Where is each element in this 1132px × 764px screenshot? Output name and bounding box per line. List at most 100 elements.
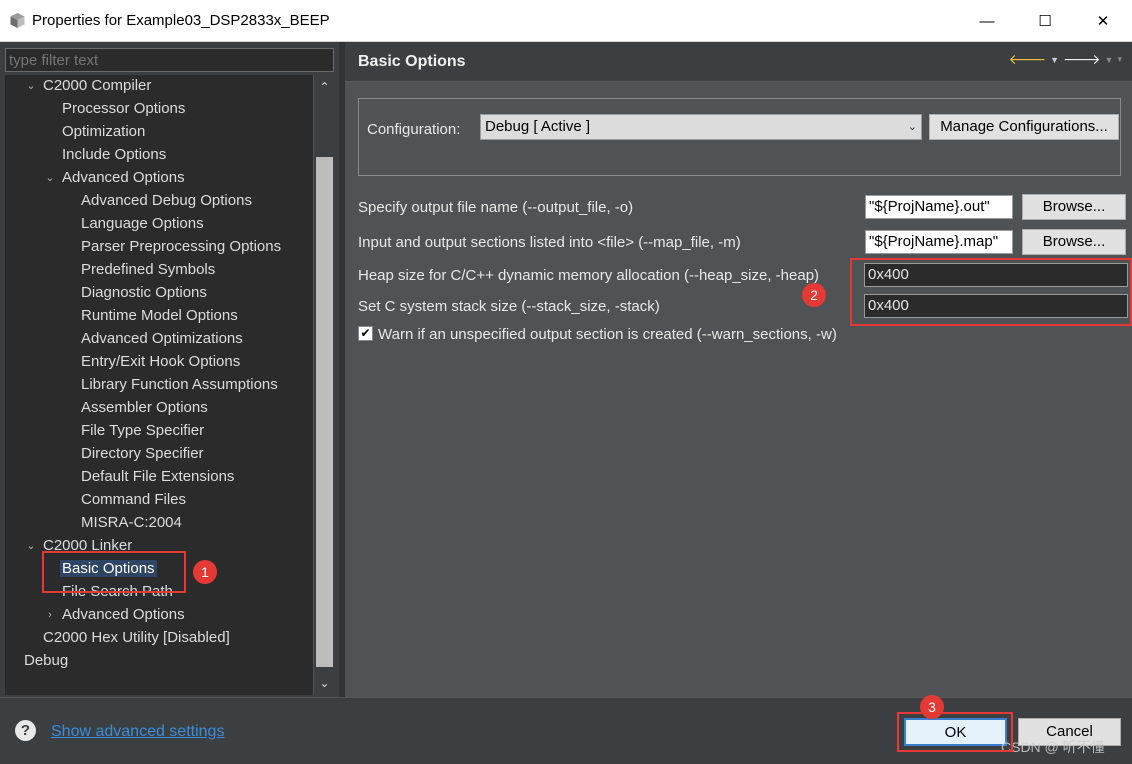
tree-item-label: Library Function Assumptions (81, 376, 278, 393)
show-advanced-settings-link[interactable]: Show advanced settings (51, 723, 224, 741)
warn-sections-label: Warn if an unspecified output section is… (378, 326, 837, 343)
maximize-button[interactable]: ☐ (1022, 0, 1068, 42)
help-icon[interactable]: ? (15, 720, 36, 741)
tree-item[interactable]: Optimization (62, 121, 145, 143)
scroll-thumb[interactable] (316, 157, 333, 667)
tree-item[interactable]: Include Options (62, 144, 166, 166)
maximize-icon: ☐ (1038, 13, 1052, 30)
output-file-label: Specify output file name (--output_file,… (358, 199, 634, 216)
tree-item-label: C2000 Compiler (43, 77, 152, 94)
forward-menu-icon[interactable]: ▼ (1105, 55, 1114, 65)
filter-input[interactable] (5, 48, 334, 72)
collapsed-chevron-icon[interactable]: › (44, 604, 56, 626)
tree-item[interactable]: Diagnostic Options (81, 282, 207, 304)
tree-item-label: Diagnostic Options (81, 284, 207, 301)
expand-chevron-icon[interactable]: ⌄ (44, 167, 56, 189)
tree-item-label: Command Files (81, 491, 187, 508)
tree-item[interactable]: Assembler Options (81, 397, 208, 419)
configuration-select[interactable]: Debug [ Active ] ⌄ (480, 114, 922, 140)
tree-item-label: Advanced Debug Options (81, 192, 252, 209)
tree-item[interactable]: Command Files (81, 489, 186, 511)
tree-item-label: Advanced Optimizations (81, 330, 243, 347)
tree-item-label: Predefined Symbols (81, 261, 216, 278)
tree-item-label: Include Options (62, 146, 167, 163)
minimize-button[interactable]: — (964, 0, 1010, 42)
output-file-browse-button[interactable]: Browse... (1022, 194, 1126, 220)
tree-item[interactable]: Language Options (81, 213, 204, 235)
tree-item-label: Advanced Options (62, 169, 185, 186)
configuration-label: Configuration: (367, 121, 461, 138)
tree-item-label: File Type Specifier (81, 422, 205, 439)
tree-item-label: Entry/Exit Hook Options (81, 353, 241, 370)
annotation-box-ok (897, 712, 1013, 752)
expand-chevron-icon[interactable]: ⌄ (25, 535, 37, 557)
tree-item[interactable]: Advanced Debug Options (81, 190, 252, 212)
tree-item[interactable]: Library Function Assumptions (81, 374, 278, 396)
options-panel: Basic Options 🡐 ▼ 🡒 ▼ ▾ Configuration: D… (345, 42, 1132, 697)
tree-item[interactable]: Entry/Exit Hook Options (81, 351, 240, 373)
configuration-value: Debug [ Active ] (485, 118, 591, 135)
warn-sections-checkbox[interactable]: ✔ (358, 326, 373, 341)
tree-item-label: C2000 Hex Utility [Disabled] (43, 629, 230, 646)
expand-chevron-icon[interactable]: ⌄ (25, 75, 37, 97)
tree-item[interactable]: Parser Preprocessing Options (81, 236, 281, 258)
output-file-input[interactable]: "${ProjName}.out" (865, 195, 1013, 219)
tree-item[interactable]: File Type Specifier (81, 420, 204, 442)
tree-item-label: Directory Specifier (81, 445, 204, 462)
tree-item[interactable]: Debug (24, 650, 68, 672)
tree-item[interactable]: ⌄ Advanced Options (45, 167, 185, 189)
annotation-badge-1: 1 (193, 560, 217, 584)
manage-configurations-button[interactable]: Manage Configurations... (929, 114, 1119, 140)
app-cube-icon (10, 13, 25, 28)
tree-item-label: Default File Extensions (81, 468, 235, 485)
tree-item-label: Processor Options (62, 100, 186, 117)
watermark: CSDN @ 听不懂 (1001, 739, 1105, 755)
tree-item-label: Runtime Model Options (81, 307, 238, 324)
category-tree: ⌄ C2000 Compiler Processor Options Optimiza… (5, 75, 313, 695)
back-menu-icon[interactable]: ▼ (1050, 55, 1059, 65)
tree-item-label: Advanced Options (62, 606, 185, 623)
page-title: Basic Options (358, 53, 466, 70)
annotation-badge-2: 2 (802, 283, 826, 307)
tree-item[interactable]: ⌄ C2000 Compiler (26, 75, 152, 97)
tree-item[interactable]: › Advanced Options (48, 604, 185, 626)
annotation-box-basic-options (42, 551, 186, 593)
title-bar: Properties for Example03_DSP2833x_BEEP —… (0, 0, 1132, 42)
annotation-badge-3: 3 (920, 695, 944, 719)
tree-item-label: Optimization (62, 123, 146, 140)
map-file-input[interactable]: "${ProjName}.map" (865, 230, 1013, 254)
tree-item-label: Parser Preprocessing Options (81, 238, 282, 255)
window-title: Properties for Example03_DSP2833x_BEEP (32, 12, 330, 29)
tree-item[interactable]: Directory Specifier (81, 443, 204, 465)
tree-item[interactable]: Runtime Model Options (81, 305, 238, 327)
page-header: Basic Options 🡐 ▼ 🡒 ▼ ▾ (345, 42, 1132, 82)
navigation-arrows: 🡐 ▼ 🡒 ▼ ▾ (1009, 51, 1122, 68)
map-file-browse-button[interactable]: Browse... (1022, 229, 1126, 255)
tree-item[interactable]: Default File Extensions (81, 466, 234, 488)
tree-item[interactable]: C2000 Hex Utility [Disabled] (43, 627, 230, 649)
configuration-group: Configuration: Debug [ Active ] ⌄ Manage… (358, 98, 1121, 176)
back-arrow-icon[interactable]: 🡐 (1009, 51, 1047, 68)
map-file-label: Input and output sections listed into <f… (358, 234, 741, 251)
tree-item-label: Assembler Options (81, 399, 208, 416)
tree-scrollbar[interactable]: ⌃ ⌄ (313, 75, 334, 695)
tree-item-label: Debug (24, 652, 69, 669)
close-icon: ✕ (1096, 13, 1110, 30)
annotation-box-heap-stack (850, 258, 1132, 326)
category-panel: ⌄ C2000 Compiler Processor Options Optimiza… (0, 42, 339, 697)
tree-item[interactable]: Advanced Optimizations (81, 328, 243, 350)
minimize-icon: — (979, 12, 995, 30)
forward-arrow-icon[interactable]: 🡒 (1063, 51, 1101, 68)
tree-item[interactable]: Predefined Symbols (81, 259, 215, 281)
stack-size-label: Set C system stack size (--stack_size, -… (358, 298, 660, 315)
tree-item-label: Language Options (81, 215, 204, 232)
scroll-down-icon[interactable]: ⌄ (314, 673, 335, 693)
chevron-down-icon: ⌄ (907, 121, 917, 133)
heap-size-label: Heap size for C/C++ dynamic memory alloc… (358, 267, 820, 284)
tree-item[interactable]: Processor Options (62, 98, 185, 120)
close-button[interactable]: ✕ (1080, 0, 1126, 42)
tree-item-label: MISRA-C:2004 (81, 514, 182, 531)
scroll-up-icon[interactable]: ⌃ (314, 77, 335, 97)
tree-item[interactable]: MISRA-C:2004 (81, 512, 182, 534)
view-menu-icon[interactable]: ▾ (1117, 54, 1122, 65)
